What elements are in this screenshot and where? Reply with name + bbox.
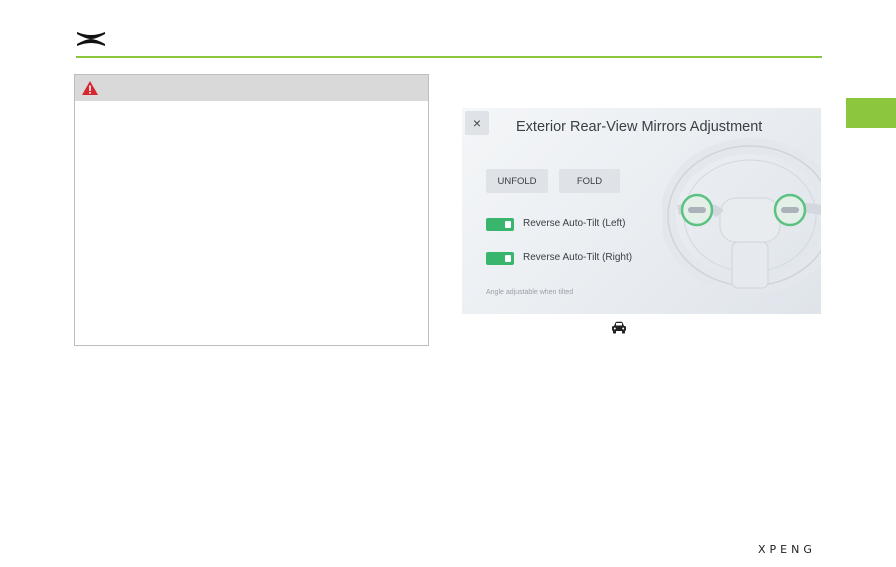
warning-triangle-icon bbox=[82, 81, 98, 95]
xpeng-logo-icon bbox=[77, 32, 105, 46]
tilt-hint-text: Angle adjustable when tilted bbox=[486, 289, 574, 296]
mirror-settings-screen: × Exterior Rear-View Mirrors Adjustment … bbox=[462, 108, 821, 314]
warning-header bbox=[75, 75, 428, 101]
chapter-tab bbox=[846, 98, 896, 128]
header-divider bbox=[76, 56, 822, 58]
car-icon bbox=[612, 321, 626, 334]
warning-box bbox=[74, 74, 429, 346]
unfold-button[interactable]: UNFOLD bbox=[486, 169, 548, 193]
close-button[interactable]: × bbox=[465, 111, 489, 135]
steering-wheel-illustration bbox=[662, 138, 821, 294]
screen-title: Exterior Rear-View Mirrors Adjustment bbox=[516, 119, 763, 135]
fold-button[interactable]: FOLD bbox=[559, 169, 620, 193]
reverse-auto-tilt-right-label: Reverse Auto-Tilt (Right) bbox=[523, 252, 633, 263]
brand-wordmark: XPENG bbox=[758, 543, 816, 556]
reverse-auto-tilt-right-toggle[interactable] bbox=[486, 252, 514, 265]
reverse-auto-tilt-left-toggle[interactable] bbox=[486, 218, 514, 231]
reverse-auto-tilt-left-label: Reverse Auto-Tilt (Left) bbox=[523, 218, 626, 229]
